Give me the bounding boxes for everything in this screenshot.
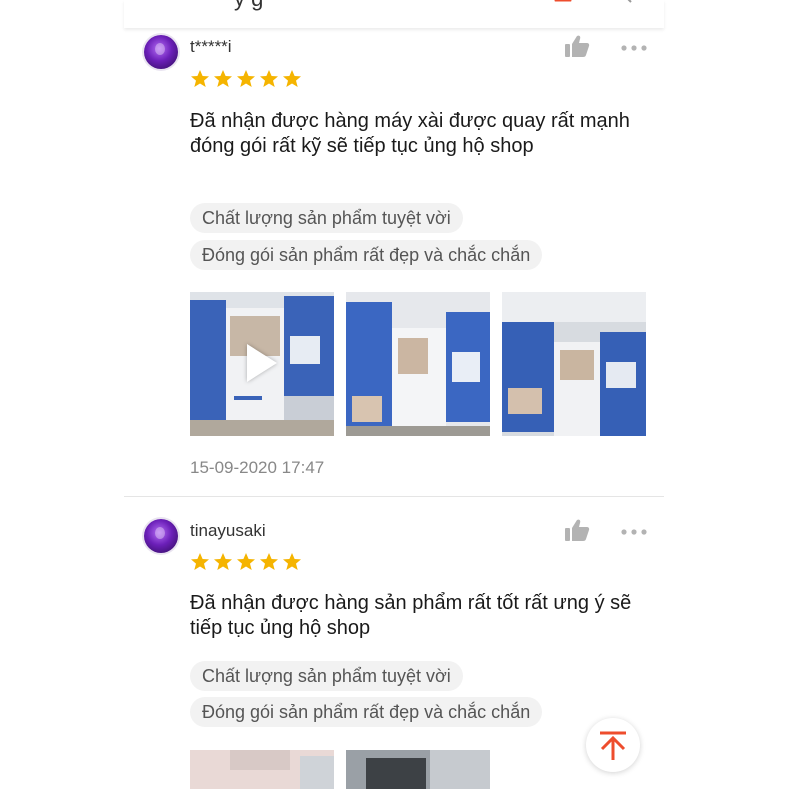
star-icon xyxy=(191,70,209,87)
reviewer-name: t*****i xyxy=(190,37,232,56)
review-tag: Đóng gói sản phẩm rất đẹp và chắc chắn xyxy=(190,240,543,270)
review-tag: Đóng gói sản phẩm rất đẹp và chắc chắn xyxy=(190,697,543,727)
review-image-thumbnail[interactable] xyxy=(346,750,490,789)
star-icon xyxy=(237,70,255,87)
star-icon xyxy=(214,70,232,87)
more-dots-icon[interactable] xyxy=(620,40,648,51)
review-tag: Chất lượng sản phẩm tuyệt vời xyxy=(190,661,463,691)
review-video-thumbnail[interactable] xyxy=(190,292,334,436)
star-icon xyxy=(283,553,301,570)
star-rating xyxy=(190,552,302,572)
review-comment: Đã nhận được hàng sản phẩm rất tốt rất ư… xyxy=(190,592,632,639)
more-dots-icon[interactable] xyxy=(624,0,638,8)
review-image-thumbnail[interactable] xyxy=(190,750,334,789)
star-icon xyxy=(191,553,209,570)
divider xyxy=(124,496,664,497)
review-tag: Chất lượng sản phẩm tuyệt vời xyxy=(190,203,463,233)
reviewer-name: tinayusaki xyxy=(190,521,266,540)
star-icon xyxy=(283,70,301,87)
thumbs-up-icon[interactable] xyxy=(564,34,590,58)
avatar[interactable] xyxy=(144,519,178,553)
cart-icon[interactable] xyxy=(550,0,576,4)
star-icon xyxy=(260,553,278,570)
review-date: 15-09-2020 17:47 xyxy=(190,458,325,477)
top-app-bar: y g xyxy=(124,0,664,28)
avatar[interactable] xyxy=(144,35,178,69)
star-rating xyxy=(190,69,302,89)
more-dots-icon[interactable] xyxy=(620,524,648,535)
review-image-thumbnail[interactable] xyxy=(502,292,646,436)
star-icon xyxy=(260,70,278,87)
arrow-up-to-top-icon xyxy=(600,731,626,760)
review-image-thumbnail[interactable] xyxy=(346,292,490,436)
back-to-top-button[interactable] xyxy=(586,718,640,772)
play-icon[interactable] xyxy=(247,344,277,382)
page-title: y g xyxy=(234,0,263,12)
star-icon xyxy=(214,553,232,570)
review-comment: Đã nhận được hàng máy xài được quay rất … xyxy=(190,110,630,157)
star-icon xyxy=(237,553,255,570)
thumbs-up-icon[interactable] xyxy=(564,518,590,542)
